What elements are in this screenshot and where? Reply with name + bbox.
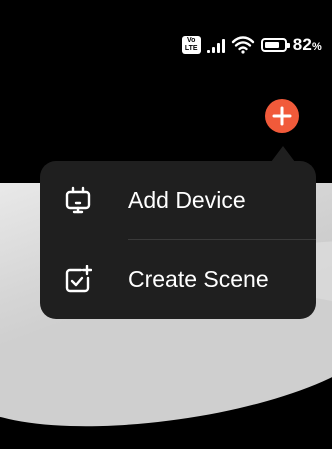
battery-percentage: 82% <box>292 35 322 54</box>
popup-arrow <box>271 146 295 162</box>
volte-icon: Vo LTE <box>181 36 201 54</box>
menu-item-create-scene[interactable]: Create Scene <box>40 240 316 318</box>
menu-item-label: Add Device <box>128 186 246 213</box>
scene-sparkle-icon <box>65 265 92 293</box>
menu-item-label: Create Scene <box>128 265 269 292</box>
battery-fill <box>264 42 280 48</box>
battery-icon <box>260 38 290 52</box>
status-bar: Vo LTE 82% <box>181 33 322 57</box>
signal-icon <box>206 37 225 53</box>
add-button[interactable] <box>265 99 299 133</box>
menu-item-add-device[interactable]: Add Device <box>40 161 316 239</box>
plus-icon <box>272 106 292 126</box>
wifi-icon <box>231 36 254 54</box>
device-icon <box>65 186 91 214</box>
add-popup-menu: Add Device Create Scene <box>40 161 316 319</box>
